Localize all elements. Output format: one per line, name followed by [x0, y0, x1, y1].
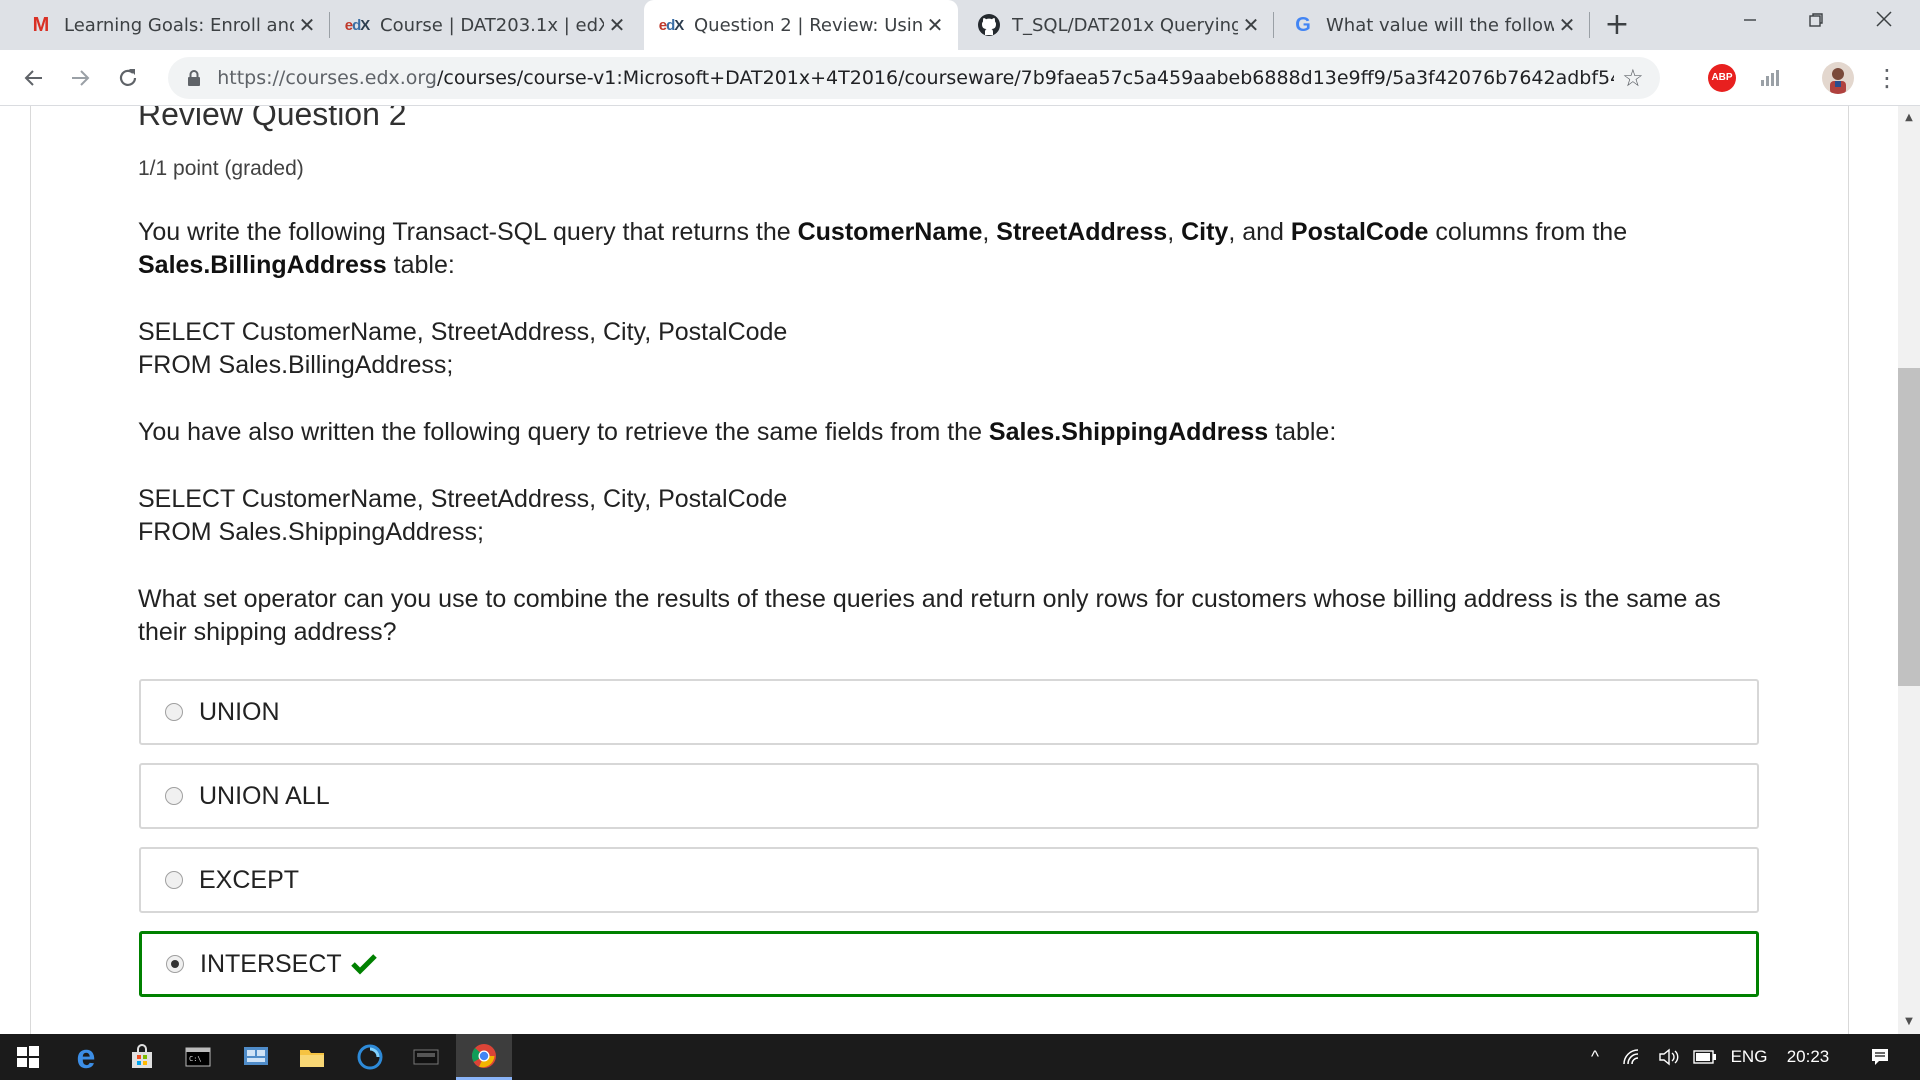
tab-edx-course[interactable]: edX Course | DAT203.1x | edX ✕: [330, 0, 640, 50]
close-tab-icon[interactable]: ✕: [604, 13, 630, 37]
reload-button[interactable]: [108, 58, 148, 98]
scroll-up-arrow-icon[interactable]: ▲: [1898, 108, 1920, 128]
reload-icon: [119, 69, 137, 86]
radio-button[interactable]: [165, 871, 183, 889]
question-prompt: What set operator can you use to combine…: [138, 585, 1721, 646]
app-icon[interactable]: [342, 1034, 398, 1080]
tab-title: Question 2 | Review: Using S: [694, 14, 922, 36]
question-points: 1/1 point (graded): [138, 157, 304, 180]
battery-icon[interactable]: [1690, 1034, 1720, 1080]
tab-title: What value will the followin: [1326, 14, 1554, 36]
minimize-icon: [1744, 19, 1756, 21]
minimize-button[interactable]: [1718, 0, 1782, 44]
close-tab-icon[interactable]: ✕: [922, 13, 948, 37]
github-icon: [976, 13, 1002, 37]
volume-icon[interactable]: [1654, 1034, 1684, 1080]
back-arrow-icon: [24, 70, 42, 86]
terminal-icon[interactable]: C:\: [170, 1034, 226, 1080]
tab-title: Learning Goals: Enroll and c: [64, 14, 294, 36]
edge-icon[interactable]: e: [58, 1034, 114, 1080]
windows-start-icon[interactable]: [0, 1034, 56, 1080]
adblock-plus-icon[interactable]: ABP: [1708, 64, 1736, 92]
query-line: SELECT CustomerName, StreetAddress, City…: [138, 318, 788, 346]
bookmark-star-icon[interactable]: ☆: [1614, 64, 1652, 92]
forward-arrow-icon: [72, 70, 90, 86]
query-shipping: SELECT CustomerName, StreetAddress, City…: [138, 483, 1758, 549]
page-content: Review Question 2 1/1 point (graded) You…: [0, 106, 1898, 1034]
tab-strip: M Learning Goals: Enroll and c ✕ edX Cou…: [0, 0, 1920, 50]
address-bar[interactable]: https://courses.edx.org/courses/course-v…: [168, 57, 1660, 99]
language-indicator[interactable]: ENG: [1726, 1034, 1772, 1080]
query-line: FROM Sales.BillingAddress;: [138, 351, 454, 379]
gmail-icon: M: [32, 13, 50, 36]
edx-icon: edX: [658, 16, 685, 34]
file-explorer-icon[interactable]: [284, 1034, 340, 1080]
scroll-down-arrow-icon[interactable]: ▼: [1898, 1012, 1920, 1032]
tab-google-search[interactable]: G What value will the followin ✕: [1276, 0, 1590, 50]
action-center-icon[interactable]: [1860, 1034, 1900, 1080]
control-panel-icon[interactable]: [228, 1034, 284, 1080]
google-icon: G: [1295, 13, 1311, 36]
restore-button[interactable]: [1784, 0, 1848, 44]
tab-gmail[interactable]: M Learning Goals: Enroll and c ✕: [14, 0, 330, 50]
question-paragraph-2: You have also written the following quer…: [138, 418, 1337, 446]
edx-icon: edX: [344, 16, 371, 34]
tab-github[interactable]: T_SQL/DAT201x Querying w ✕: [962, 0, 1274, 50]
question-paragraph-1: You write the following Transact-SQL que…: [138, 218, 1628, 279]
close-tab-icon[interactable]: ✕: [1554, 13, 1580, 37]
choice-label: UNION ALL: [199, 781, 330, 810]
lock-icon: [186, 69, 203, 87]
close-tab-icon[interactable]: ✕: [294, 13, 320, 37]
choice-except[interactable]: EXCEPT: [139, 847, 1759, 913]
profile-avatar[interactable]: [1822, 62, 1854, 94]
forward-button[interactable]: [60, 58, 100, 98]
scrollbar-thumb[interactable]: [1898, 368, 1920, 686]
back-button[interactable]: [14, 58, 54, 98]
new-tab-button[interactable]: +: [1600, 8, 1634, 42]
query-line: FROM Sales.ShippingAddress;: [138, 518, 484, 546]
choice-union[interactable]: UNION: [139, 679, 1759, 745]
correct-checkmark-icon: [350, 952, 378, 976]
query-billing: SELECT CustomerName, StreetAddress, City…: [138, 316, 1758, 382]
store-icon[interactable]: [114, 1034, 170, 1080]
chrome-icon[interactable]: [456, 1034, 512, 1080]
restore-icon: [1809, 13, 1823, 27]
close-window-icon: [1876, 11, 1892, 27]
radio-button[interactable]: [165, 787, 183, 805]
close-tab-icon[interactable]: ✕: [1238, 13, 1264, 37]
show-hidden-icons-chevron-icon[interactable]: ^: [1580, 1034, 1610, 1080]
media-icon[interactable]: [398, 1034, 454, 1080]
choice-label: UNION: [199, 697, 280, 726]
choice-label: INTERSECT: [200, 949, 342, 978]
close-window-button[interactable]: [1852, 0, 1916, 44]
extension-chart-icon[interactable]: [1756, 64, 1784, 92]
wifi-icon[interactable]: [1618, 1034, 1648, 1080]
radio-button-selected[interactable]: [166, 955, 184, 973]
windows-taskbar: e C:\ ^ ENG 20:23: [0, 1034, 1920, 1080]
tab-title: T_SQL/DAT201x Querying w: [1012, 14, 1238, 36]
choice-intersect[interactable]: INTERSECT: [139, 931, 1759, 997]
radio-button[interactable]: [165, 703, 183, 721]
clock[interactable]: 20:23: [1780, 1034, 1836, 1080]
tab-question-2[interactable]: edX Question 2 | Review: Using S ✕: [644, 0, 958, 50]
browser-toolbar: https://courses.edx.org/courses/course-v…: [0, 50, 1920, 106]
choice-label: EXCEPT: [199, 865, 300, 894]
question-title: Review Question 2: [138, 106, 407, 132]
chrome-menu-icon[interactable]: ⋮: [1872, 58, 1902, 98]
url-text: https://courses.edx.org/courses/course-v…: [217, 67, 1614, 89]
tab-title: Course | DAT203.1x | edX: [380, 14, 604, 36]
svg-text:C:\: C:\: [189, 1055, 202, 1063]
choice-union-all[interactable]: UNION ALL: [139, 763, 1759, 829]
query-line: SELECT CustomerName, StreetAddress, City…: [138, 485, 788, 513]
